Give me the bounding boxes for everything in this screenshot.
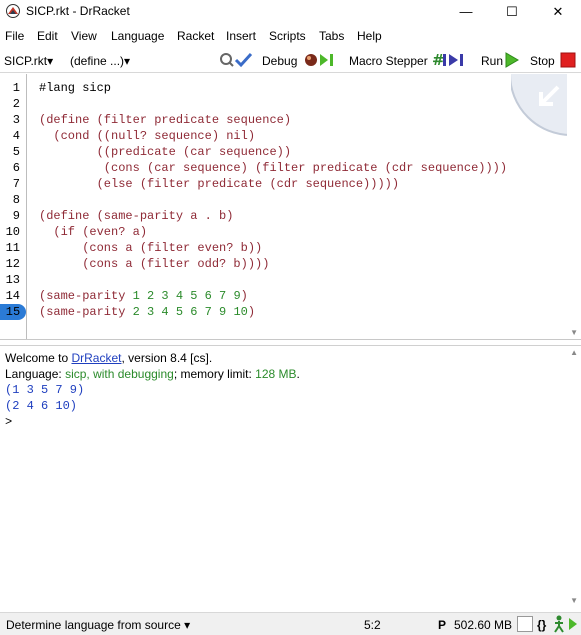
- language-value: sicp, with debugging: [65, 367, 174, 381]
- line-number: 10: [5, 225, 20, 239]
- debug-icon[interactable]: [303, 52, 339, 68]
- code-line: (define (same-parity a . b): [39, 209, 234, 223]
- run-indicator-icon: [569, 618, 577, 630]
- stop-button[interactable]: Stop: [530, 54, 555, 68]
- code-line: ((predicate (car sequence)): [39, 145, 292, 159]
- braces-indicator: {}: [537, 618, 547, 632]
- menu-scripts[interactable]: Scripts: [269, 29, 306, 43]
- menu-file[interactable]: File: [5, 29, 24, 43]
- menu-view[interactable]: View: [71, 29, 97, 43]
- line-number: 1: [12, 81, 20, 95]
- code-line: (same-parity 1 2 3 4 5 6 7 9): [39, 289, 248, 303]
- stop-icon[interactable]: [560, 52, 576, 68]
- code-line: (cons (car sequence) (filter predicate (…: [39, 161, 508, 175]
- language-selector[interactable]: Determine language from source ▾: [6, 618, 190, 632]
- maximize-button[interactable]: ☐: [489, 0, 535, 24]
- check-syntax-icon[interactable]: [219, 52, 253, 68]
- line-number: 6: [12, 161, 20, 175]
- toolbar: SICP.rkt▾ (define ...)▾ Debug Macro Step…: [0, 48, 581, 73]
- macro-stepper-button[interactable]: Macro Stepper: [349, 54, 428, 68]
- arrow-icon: [539, 85, 560, 106]
- title-bar: SICP.rkt - DrRacket — ☐ ✕: [0, 0, 581, 24]
- repl-output: (1 3 5 7 9): [5, 383, 85, 397]
- repl-output: (2 4 6 10): [5, 399, 78, 413]
- run-button[interactable]: Run: [481, 54, 503, 68]
- line-number-gutter: 1 2 3 4 5 6 7 8 9 10 11 12 13 14 15: [0, 74, 27, 339]
- line-number: 5: [12, 145, 20, 159]
- run-icon[interactable]: [505, 52, 519, 68]
- p-indicator: P: [438, 618, 447, 632]
- line-number: 9: [12, 209, 20, 223]
- language-line: Language: sicp, with debugging; memory l…: [5, 366, 300, 382]
- active-line-number: 15: [0, 304, 26, 320]
- close-button[interactable]: ✕: [535, 0, 581, 24]
- memory-value: 128 MB: [255, 367, 297, 381]
- line-number: 3: [12, 113, 20, 127]
- menu-language[interactable]: Language: [111, 29, 164, 43]
- running-figure-icon: [554, 615, 564, 633]
- editor-scrollbar[interactable]: ▼: [567, 74, 581, 339]
- code-line: (cons a (filter even? b)): [39, 241, 263, 255]
- svg-text:#: #: [432, 52, 445, 68]
- line-number: 13: [5, 273, 20, 287]
- scroll-down-arrow-icon[interactable]: ▼: [570, 328, 578, 337]
- menu-racket[interactable]: Racket: [177, 29, 214, 43]
- code-line: (cond ((null? sequence) nil): [39, 129, 256, 143]
- interactions-pane[interactable]: Welcome to DrRacket, version 8.4 [cs]. L…: [0, 345, 581, 608]
- line-number: 8: [12, 193, 20, 207]
- file-selector[interactable]: SICP.rkt▾: [4, 54, 53, 68]
- line-number: 2: [12, 97, 20, 111]
- code-line: #lang sicp: [39, 81, 112, 95]
- welcome-suffix: , version 8.4 [cs].: [121, 351, 213, 365]
- code-line: (same-parity 2 3 4 5 6 7 9 10): [39, 305, 256, 319]
- minimize-button[interactable]: —: [443, 0, 489, 24]
- welcome-line: Welcome to DrRacket, version 8.4 [cs].: [5, 350, 212, 366]
- welcome-prefix: Welcome to: [5, 351, 72, 365]
- menu-tabs[interactable]: Tabs: [319, 29, 344, 43]
- memory-prefix: ; memory limit:: [173, 367, 256, 381]
- menu-help[interactable]: Help: [357, 29, 382, 43]
- menu-bar: File Edit View Language Racket Insert Sc…: [0, 26, 581, 46]
- status-bar: Determine language from source ▾ 5:2 P 5…: [0, 612, 581, 635]
- menu-insert[interactable]: Insert: [226, 29, 256, 43]
- menu-edit[interactable]: Edit: [37, 29, 58, 43]
- memory-usage[interactable]: 502.60 MB: [454, 618, 512, 632]
- memory-suffix: .: [296, 367, 300, 381]
- debug-button[interactable]: Debug: [262, 54, 297, 68]
- cursor-position: 5:2: [364, 618, 381, 632]
- drracket-link[interactable]: DrRacket: [71, 351, 121, 365]
- define-selector[interactable]: (define ...)▾: [70, 54, 130, 68]
- macro-stepper-icon[interactable]: #: [432, 52, 470, 68]
- code-line: (cons a (filter odd? b)))): [39, 257, 270, 271]
- repl-scrollbar[interactable]: ▲ ▼: [567, 346, 581, 608]
- line-number: 14: [5, 289, 20, 303]
- line-number: 7: [12, 177, 20, 191]
- line-number: 4: [12, 129, 20, 143]
- gc-indicator: [517, 616, 533, 632]
- line-number: 12: [5, 257, 20, 271]
- language-prefix: Language:: [5, 367, 66, 381]
- code-line: (if (even? a): [39, 225, 148, 239]
- code-line: (else (filter predicate (cdr sequence)))…: [39, 177, 400, 191]
- scroll-down-arrow-icon[interactable]: ▼: [570, 596, 578, 605]
- definitions-editor[interactable]: 1 2 3 4 5 6 7 8 9 10 11 12 13 14 15 #lan…: [0, 74, 581, 340]
- drracket-logo-icon: [6, 4, 20, 18]
- code-line: (define (filter predicate sequence): [39, 113, 292, 127]
- window-title: SICP.rkt - DrRacket: [26, 4, 130, 18]
- repl-prompt[interactable]: >: [5, 414, 12, 430]
- line-number: 11: [5, 241, 20, 255]
- scroll-up-arrow-icon[interactable]: ▲: [570, 348, 578, 357]
